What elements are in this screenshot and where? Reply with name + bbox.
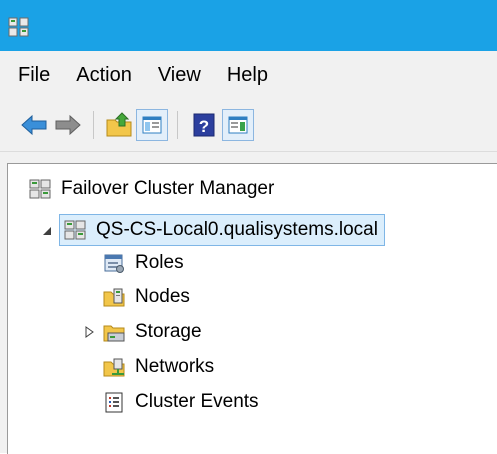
up-folder-icon[interactable] — [104, 109, 136, 141]
tree-item-label: Failover Cluster Manager — [61, 178, 275, 199]
menu-view[interactable]: View — [145, 51, 214, 99]
console-tree: Failover Cluster Manager QS-CS-Local0.qu… — [7, 163, 497, 454]
tree-item-cluster[interactable]: QS-CS-Local0.qualisystems.local — [59, 214, 385, 246]
menu-bar: File Action View Help — [0, 51, 497, 99]
show-hide-console-tree-button[interactable] — [136, 109, 168, 141]
svg-text:?: ? — [199, 117, 209, 136]
help-icon[interactable]: ? — [188, 109, 220, 141]
cluster-icon — [64, 220, 86, 240]
title-bar — [0, 0, 497, 51]
tree-item-storage[interactable]: Storage — [103, 316, 202, 348]
tree-item-label: Cluster Events — [135, 391, 259, 412]
tree-item-networks[interactable]: Networks — [103, 351, 214, 383]
storage-folder-icon — [103, 325, 125, 342]
show-hide-action-pane-button[interactable] — [222, 109, 254, 141]
back-arrow-icon[interactable] — [18, 109, 50, 141]
toolbar: ? — [0, 99, 497, 152]
cluster-events-icon — [105, 392, 123, 413]
cluster-manager-app-icon — [8, 17, 29, 37]
networks-folder-icon — [103, 358, 125, 377]
menu-help[interactable]: Help — [214, 51, 281, 99]
menu-file[interactable]: File — [0, 51, 63, 99]
tree-item-label: Roles — [135, 252, 184, 273]
tree-item-cluster-events[interactable]: Cluster Events — [103, 386, 259, 418]
tree-item-nodes[interactable]: Nodes — [103, 281, 190, 313]
cluster-manager-icon — [29, 179, 51, 199]
toolbar-separator — [93, 111, 94, 139]
tree-item-roles[interactable]: Roles — [103, 247, 184, 279]
tree-item-label: Nodes — [135, 286, 190, 307]
left-strip — [0, 152, 7, 453]
collapse-triangle-icon[interactable] — [41, 225, 53, 237]
tree-item-label: Storage — [135, 321, 202, 342]
pane-gap — [0, 152, 497, 163]
forward-arrow-icon[interactable] — [52, 109, 84, 141]
tree-item-label: QS-CS-Local0.qualisystems.local — [96, 219, 378, 240]
roles-icon — [104, 254, 124, 273]
action-pane-icon — [228, 116, 248, 134]
menu-action[interactable]: Action — [63, 51, 145, 99]
tree-item-failover-cluster-manager[interactable]: Failover Cluster Manager — [29, 173, 274, 205]
tree-item-label: Networks — [135, 356, 215, 377]
console-tree-icon — [142, 116, 162, 134]
expand-triangle-icon[interactable] — [83, 326, 95, 338]
nodes-folder-icon — [103, 288, 125, 307]
toolbar-separator — [177, 111, 178, 139]
